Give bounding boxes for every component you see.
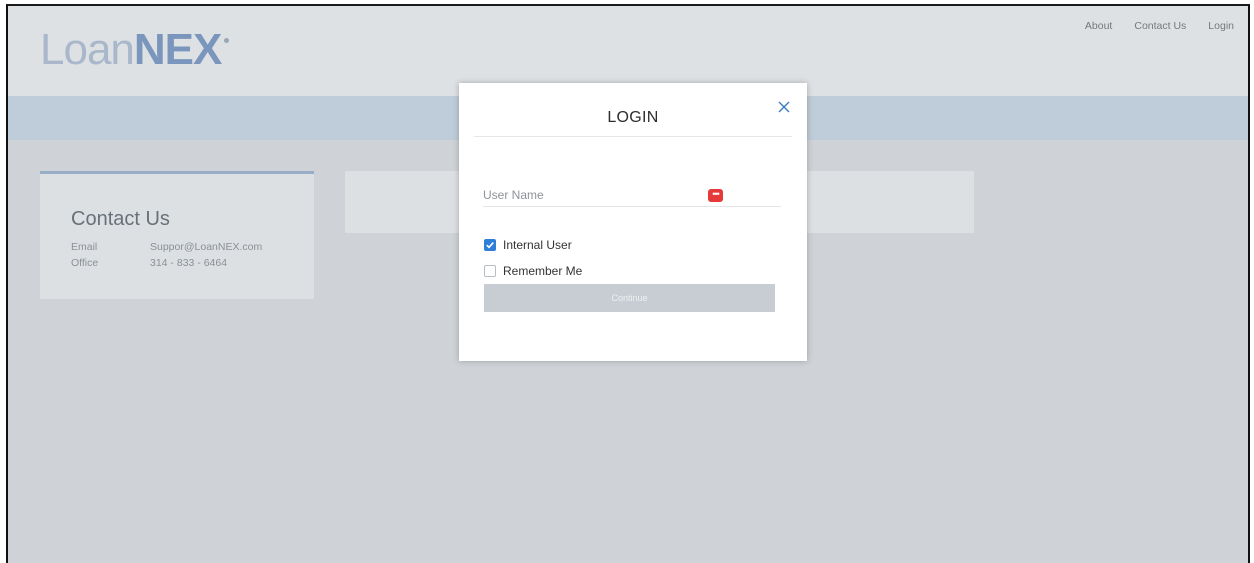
email-value: Suppor@LoanNEX.com <box>150 241 263 253</box>
contact-card: Contact Us Email Suppor@LoanNEX.com Offic… <box>40 171 314 299</box>
browser-window: Loan NEX About Contact Us Login Contact … <box>6 4 1250 563</box>
remember-me-checkbox-row[interactable]: Remember Me <box>484 264 582 278</box>
nav-about-link[interactable]: About <box>1085 20 1112 32</box>
internal-user-checkbox-row[interactable]: Internal User <box>484 238 572 252</box>
continue-button[interactable]: Continue <box>484 284 775 312</box>
contact-office-row: Office 314 - 833 - 6464 <box>71 257 227 269</box>
internal-user-label: Internal User <box>503 238 572 252</box>
loannex-logo[interactable]: Loan NEX <box>40 20 230 76</box>
remember-me-label: Remember Me <box>503 264 583 278</box>
password-manager-icon[interactable]: ••• <box>708 189 723 202</box>
check-icon <box>486 242 494 249</box>
office-label: Office <box>71 257 99 269</box>
email-label: Email <box>71 241 98 253</box>
internal-user-checkbox[interactable] <box>484 239 496 251</box>
logo-dot-icon <box>224 38 230 43</box>
modal-title: LOGIN <box>607 109 659 126</box>
nav-login-link[interactable]: Login <box>1208 20 1234 32</box>
nav-contact-link[interactable]: Contact Us <box>1134 20 1186 32</box>
office-value: 314 - 833 - 6464 <box>150 257 228 269</box>
remember-me-checkbox[interactable] <box>484 265 496 277</box>
modal-divider <box>474 136 792 137</box>
close-icon[interactable] <box>776 99 792 115</box>
login-modal: LOGIN ••• Internal User Remember Me Cont… <box>459 83 807 361</box>
contact-email-row: Email Suppor@LoanNEX.com <box>71 241 262 253</box>
username-input[interactable] <box>483 184 781 207</box>
top-nav: About Contact Us Login <box>1085 20 1234 32</box>
logo-text-light: Loan <box>40 25 135 74</box>
logo-text-bold: NEX <box>133 25 222 74</box>
contact-title: Contact Us <box>71 208 170 230</box>
